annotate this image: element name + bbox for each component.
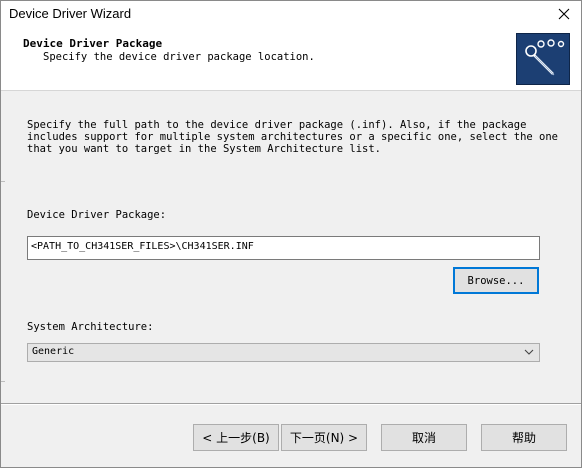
window-title: Device Driver Wizard <box>9 6 132 21</box>
edge-mark <box>1 381 5 382</box>
help-button[interactable]: 帮助 <box>481 424 567 451</box>
edge-mark <box>1 181 5 182</box>
header-title: Device Driver Package <box>23 37 163 50</box>
instructions-text: Specify the full path to the device driv… <box>27 119 559 155</box>
wizard-header: Device Driver Package Specify the device… <box>1 28 581 91</box>
close-button[interactable] <box>553 3 575 25</box>
title-bar: Device Driver Wizard <box>1 1 581 28</box>
cancel-button[interactable]: 取消 <box>381 424 467 451</box>
architecture-select[interactable]: Generic <box>27 343 540 362</box>
wizard-logo-icon <box>516 33 570 85</box>
footer-divider <box>1 403 581 405</box>
package-label: Device Driver Package: <box>27 209 167 221</box>
architecture-value: Generic <box>32 346 75 357</box>
architecture-label: System Architecture: <box>27 321 154 333</box>
back-button[interactable]: < 上一步(B) <box>193 424 279 451</box>
browse-button[interactable]: Browse... <box>453 267 539 294</box>
close-icon <box>558 8 570 20</box>
chevron-down-icon <box>524 349 534 355</box>
next-button[interactable]: 下一页(N) > <box>281 424 367 451</box>
header-subtitle: Specify the device driver package locati… <box>43 51 315 63</box>
package-path-input[interactable]: <PATH_TO_CH341SER_FILES>\CH341SER.INF <box>27 236 540 260</box>
wizard-window: Device Driver Wizard Device Driver Packa… <box>0 0 582 468</box>
